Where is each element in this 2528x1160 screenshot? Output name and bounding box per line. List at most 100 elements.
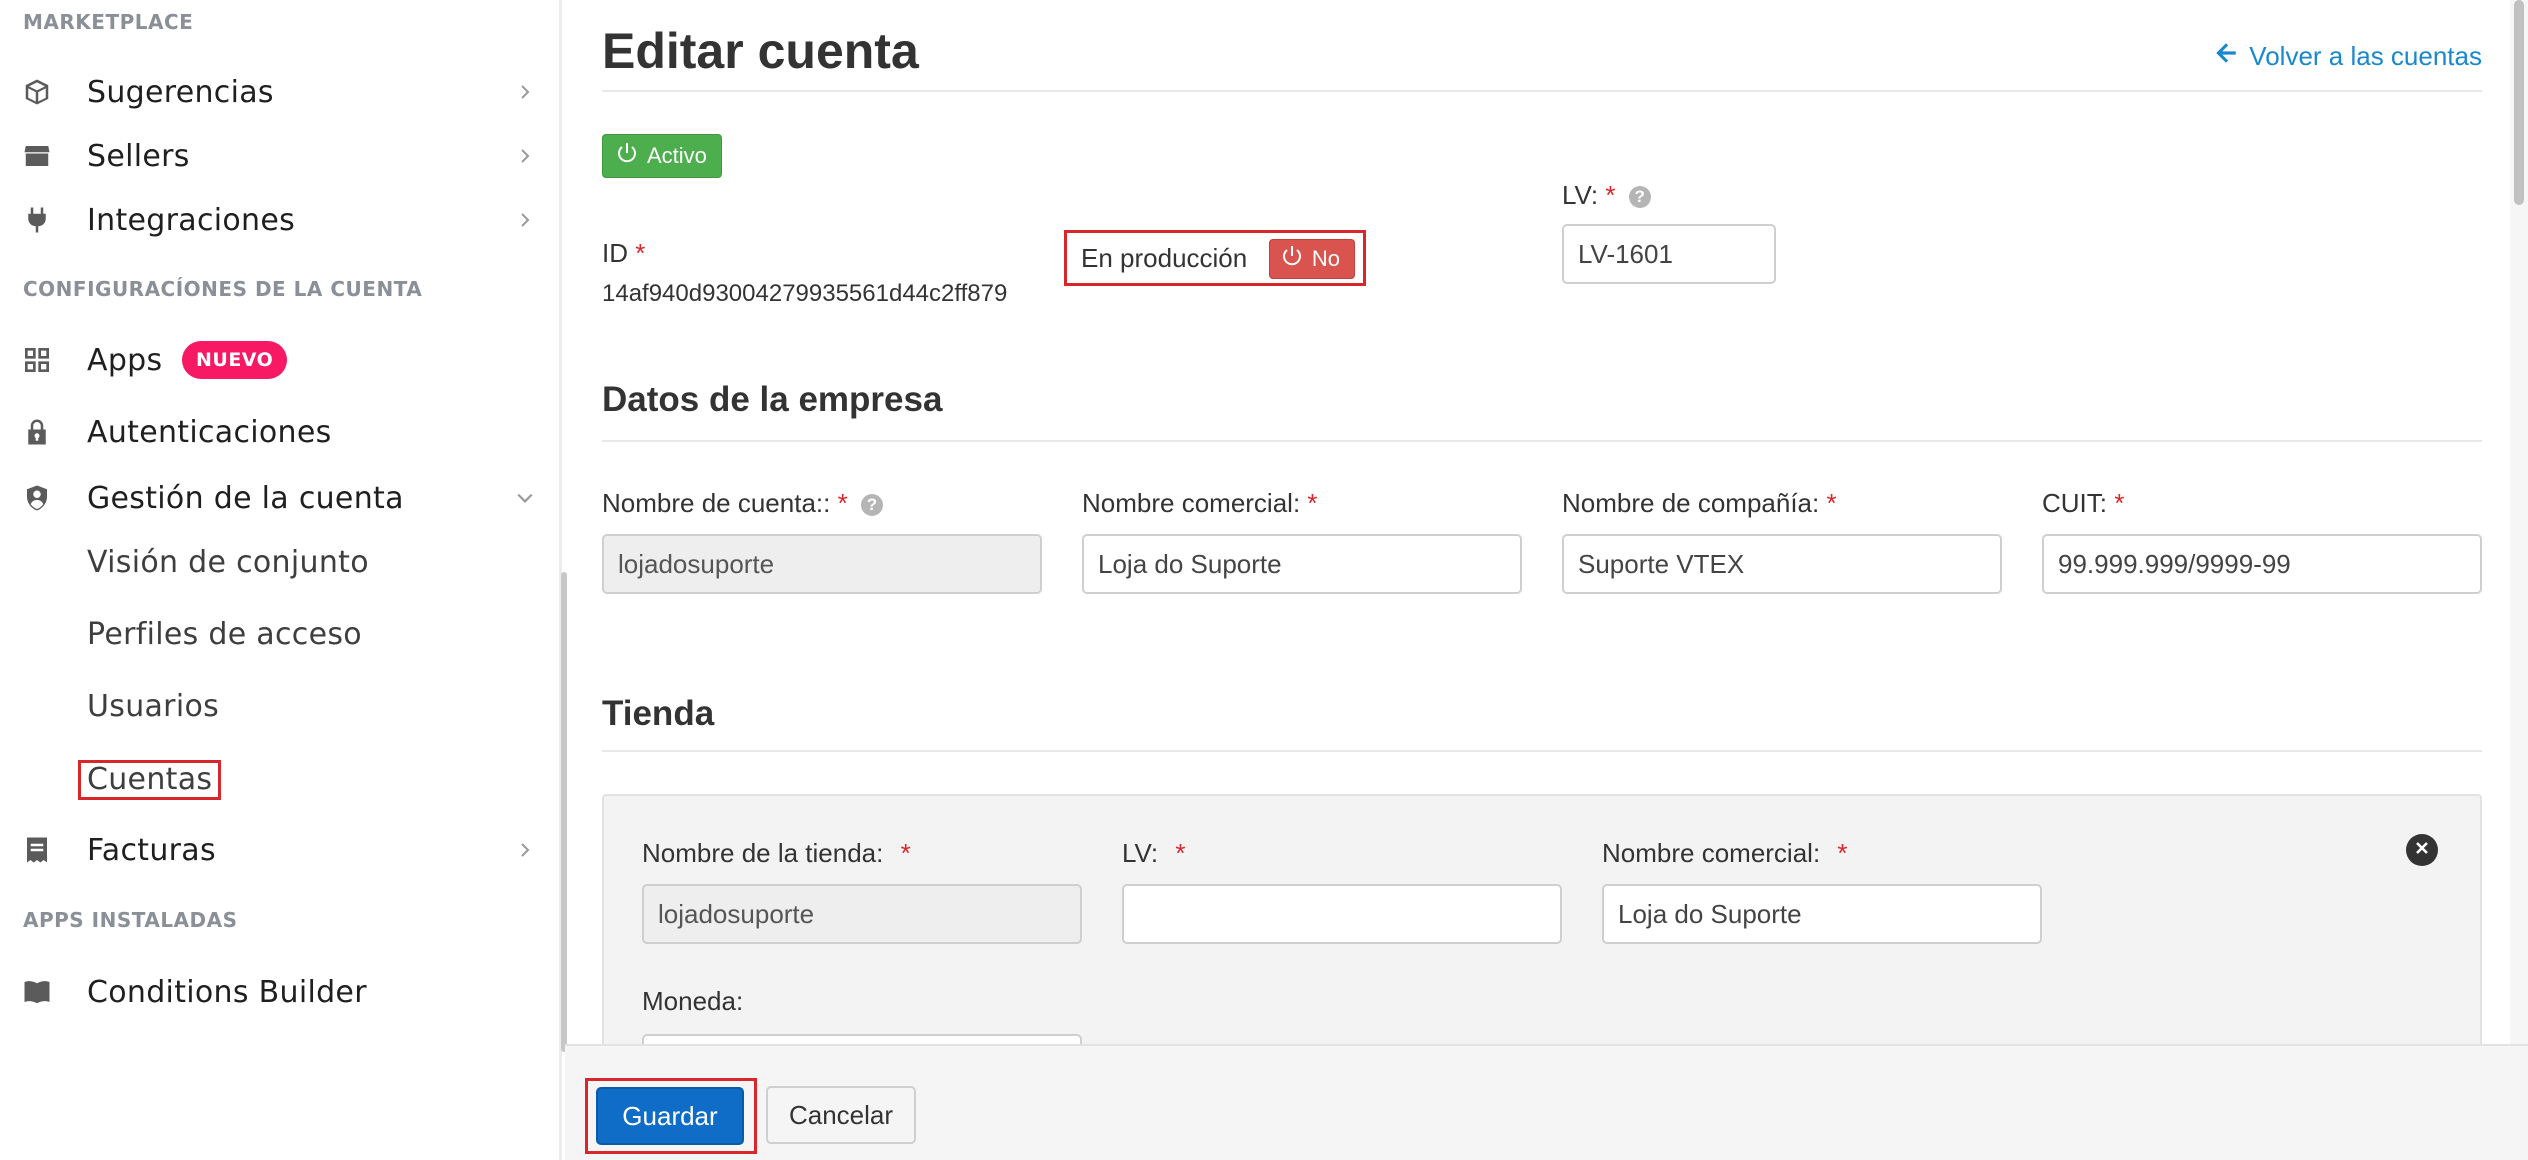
sidebar-item-autenticaciones[interactable]: Autenticaciones xyxy=(0,404,560,460)
active-toggle-button[interactable]: Activo xyxy=(602,134,722,178)
account-name-input[interactable]: lojadosuporte xyxy=(602,534,1042,594)
store-lv-label-text: LV: xyxy=(1122,838,1159,868)
store-trade-name-label-text: Nombre comercial: xyxy=(1602,838,1821,868)
currency-label: Moneda: xyxy=(642,986,744,1016)
new-badge: NUEVO xyxy=(182,341,288,379)
box-icon xyxy=(20,75,54,109)
store-trade-name-input[interactable]: Loja do Suporte xyxy=(1602,884,2042,944)
required-mark: * xyxy=(837,488,848,518)
active-label: Activo xyxy=(647,143,707,168)
page-scrollbar-thumb[interactable] xyxy=(2514,0,2524,205)
help-icon[interactable]: ? xyxy=(860,494,883,517)
store-name-label: Nombre de la tienda: * xyxy=(642,838,911,869)
sidebar-item-sugerencias[interactable]: Sugerencias xyxy=(0,64,560,120)
sidebar-subitem-vision[interactable]: Visión de conjunto xyxy=(87,545,369,580)
sidebar-subitem-cuentas[interactable]: Cuentas xyxy=(78,760,222,800)
sidebar-item-label: Gestión de la cuenta xyxy=(87,480,404,516)
trade-name-label: Nombre comercial: * xyxy=(1082,488,1318,519)
sidebar: MARKETPLACE Sugerencias Sellers Integrac… xyxy=(0,0,567,1160)
main-content: Editar cuenta Volver a las cuentas Activ… xyxy=(602,0,2482,1160)
remove-store-button[interactable] xyxy=(2406,834,2438,866)
account-name-label: Nombre de cuenta:: * ? xyxy=(602,488,883,519)
sidebar-item-label: Conditions Builder xyxy=(87,974,367,1010)
company-name-label-text: Nombre de compañía: xyxy=(1562,488,1820,518)
sidebar-item-label: Facturas xyxy=(87,832,216,868)
close-icon xyxy=(2414,840,2430,861)
save-button[interactable]: Guardar xyxy=(596,1087,744,1145)
required-mark: * xyxy=(2114,488,2125,518)
sidebar-item-facturas[interactable]: Facturas xyxy=(0,822,560,878)
production-label: En producción xyxy=(1081,242,1248,273)
sidebar-item-label: Sugerencias xyxy=(87,74,274,110)
power-icon xyxy=(615,141,639,171)
chevron-right-icon xyxy=(510,77,540,107)
required-mark: * xyxy=(1837,838,1848,868)
store-icon xyxy=(20,139,54,173)
sidebar-item-label: Sellers xyxy=(87,138,190,174)
book-icon xyxy=(20,975,54,1009)
sidebar-item-label: Autenticaciones xyxy=(87,414,332,450)
lv-input[interactable]: LV-1601 xyxy=(1562,224,1776,284)
trade-name-input[interactable]: Loja do Suporte xyxy=(1082,534,1522,594)
power-icon xyxy=(1280,244,1304,274)
section-installed-apps: APPS INSTALADAS xyxy=(23,908,238,932)
help-icon[interactable]: ? xyxy=(1628,186,1651,209)
lock-icon xyxy=(20,415,54,449)
store-lv-input[interactable] xyxy=(1122,884,1562,944)
sidebar-item-integraciones[interactable]: Integraciones xyxy=(0,192,560,248)
required-mark: * xyxy=(1175,838,1186,868)
page-title: Editar cuenta xyxy=(602,23,919,79)
sidebar-item-conditions-builder[interactable]: Conditions Builder xyxy=(0,964,560,1020)
sidebar-subitem-perfiles[interactable]: Perfiles de acceso xyxy=(87,617,362,652)
company-name-input[interactable]: Suporte VTEX xyxy=(1562,534,2002,594)
sidebar-subitem-usuarios[interactable]: Usuarios xyxy=(87,689,219,724)
back-link-label: Volver a las cuentas xyxy=(2249,41,2482,71)
store-lv-label: LV: * xyxy=(1122,838,1186,869)
required-mark: * xyxy=(635,238,646,268)
account-name-label-text: Nombre de cuenta:: xyxy=(602,488,831,518)
required-mark: * xyxy=(1307,488,1318,518)
store-divider xyxy=(602,750,2482,752)
store-name-label-text: Nombre de la tienda: xyxy=(642,838,884,868)
title-divider xyxy=(602,90,2482,92)
back-to-accounts-link[interactable]: Volver a las cuentas xyxy=(2213,40,2482,73)
section-account-settings: CONFIGURACÍONES DE LA CUENTA xyxy=(23,277,423,301)
trade-name-label-text: Nombre comercial: xyxy=(1082,488,1301,518)
chevron-right-icon xyxy=(510,205,540,235)
store-name-input[interactable]: lojadosuporte xyxy=(642,884,1082,944)
cancel-button[interactable]: Cancelar xyxy=(766,1086,916,1144)
chevron-right-icon xyxy=(510,141,540,171)
id-label: ID * xyxy=(602,238,645,269)
form-footer: Guardar Cancelar xyxy=(565,1044,2528,1160)
chevron-right-icon xyxy=(510,835,540,865)
chevron-down-icon xyxy=(510,483,540,513)
store-trade-name-label: Nombre comercial: * xyxy=(1602,838,1848,869)
cuit-input[interactable]: 99.999.999/9999-99 xyxy=(2042,534,2482,594)
production-highlight: En producción No xyxy=(1064,230,1366,286)
cuit-label-text: CUIT: xyxy=(2042,488,2107,518)
receipt-icon xyxy=(20,833,54,867)
required-mark: * xyxy=(1826,488,1837,518)
lv-label: LV: * ? xyxy=(1562,180,1651,211)
company-name-label: Nombre de compañía: * xyxy=(1562,488,1837,519)
sidebar-item-label: Apps xyxy=(87,342,163,378)
save-highlight: Guardar xyxy=(585,1078,757,1154)
id-label-text: ID xyxy=(602,238,628,268)
sidebar-item-gestion[interactable]: Gestión de la cuenta xyxy=(0,470,560,526)
cuit-label: CUIT: * xyxy=(2042,488,2124,519)
company-section-title: Datos de la empresa xyxy=(602,380,943,419)
production-toggle-label: No xyxy=(1311,246,1340,271)
production-toggle-button[interactable]: No xyxy=(1268,239,1355,279)
required-mark: * xyxy=(1605,180,1616,210)
store-section-title: Tienda xyxy=(602,694,715,733)
sidebar-item-label: Integraciones xyxy=(87,202,296,238)
section-marketplace: MARKETPLACE xyxy=(23,10,194,34)
id-value: 14af940d93004279935561d44c2ff879 xyxy=(602,280,1008,307)
page-scrollbar[interactable] xyxy=(2510,0,2528,1044)
required-mark: * xyxy=(900,838,911,868)
company-divider xyxy=(602,440,2482,442)
sidebar-item-apps[interactable]: Apps NUEVO xyxy=(0,332,560,388)
sidebar-item-sellers[interactable]: Sellers xyxy=(0,128,560,184)
plug-icon xyxy=(20,203,54,237)
sidebar-scrollbar[interactable] xyxy=(561,572,567,1052)
